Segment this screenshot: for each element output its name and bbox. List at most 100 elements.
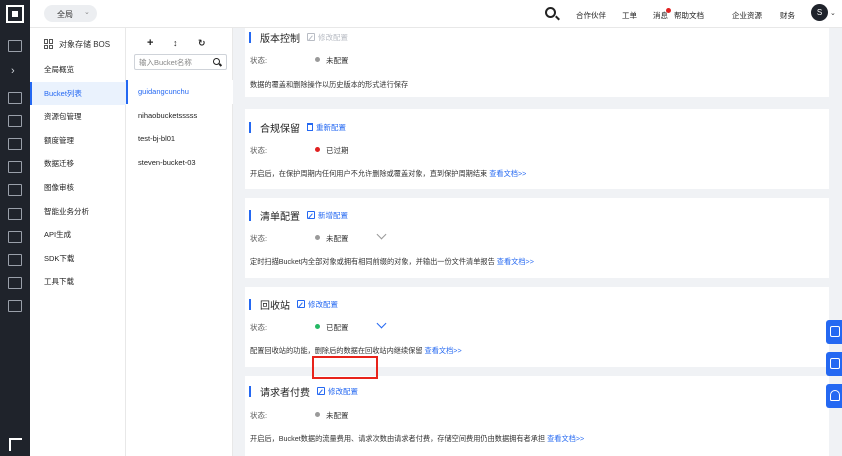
media-icon[interactable] bbox=[8, 300, 22, 312]
sidebar-item-tools[interactable]: 工具下载 bbox=[30, 270, 126, 294]
document-icon[interactable] bbox=[8, 254, 22, 266]
compliance-desc: 开启后，在保护周期内任何用户不允许删除或覆盖对象，直到保护周期结束 查看文档>> bbox=[250, 169, 527, 178]
view-docs-link[interactable]: 查看文档>> bbox=[489, 169, 526, 178]
network-icon[interactable] bbox=[8, 161, 22, 173]
global-nav-rail: › bbox=[0, 0, 30, 456]
requester-pays-card: 请求者付费 修改配置 状态: 未配置 开启后，Bucket数据的流量费用、请求次… bbox=[245, 376, 829, 456]
bucket-search-input[interactable] bbox=[139, 56, 209, 68]
version-edit-config-button[interactable]: 修改配置 bbox=[307, 32, 348, 43]
support-float-button[interactable] bbox=[826, 384, 842, 408]
expand-chevron-icon[interactable]: › bbox=[11, 66, 15, 77]
nav-help-docs[interactable]: 帮助文档 bbox=[674, 10, 704, 21]
edit-icon bbox=[297, 300, 305, 308]
headset-icon bbox=[830, 390, 840, 401]
chevron-down-icon: ⌄ bbox=[84, 9, 90, 16]
sidebar-item-bucket-list[interactable]: Bucket列表 bbox=[30, 81, 126, 106]
grid-icon bbox=[44, 39, 54, 49]
inventory-status: 未配置 bbox=[326, 234, 349, 243]
product-title-label: 对象存储 BOS bbox=[59, 39, 111, 49]
add-bucket-button[interactable]: + bbox=[147, 37, 153, 49]
search-icon[interactable] bbox=[545, 7, 556, 18]
sidebar-item-api-gen[interactable]: API生成 bbox=[30, 223, 126, 247]
corner-logo-icon bbox=[9, 438, 22, 451]
compliance-card: 合规保留 重新配置 状态: 已过期 开启后，在保护周期内任何用户不允许删除或覆盖… bbox=[245, 109, 829, 189]
nav-tickets[interactable]: 工单 bbox=[622, 10, 637, 21]
top-bar: 全局 ⌄ 合作伙伴 工单 消息 帮助文档 企业资源 财务 S ⌄ bbox=[30, 0, 842, 28]
database-icon[interactable] bbox=[8, 184, 22, 196]
scope-selector[interactable]: 全局 ⌄ bbox=[44, 5, 97, 22]
search-icon[interactable] bbox=[213, 58, 220, 65]
status-dot bbox=[315, 147, 320, 152]
edit-icon bbox=[317, 387, 325, 395]
requester-pays-status: 未配置 bbox=[326, 411, 349, 420]
inventory-title: 清单配置 bbox=[260, 211, 300, 223]
sidebar-item-image-review[interactable]: 图像审核 bbox=[30, 176, 126, 200]
products-grid-icon[interactable] bbox=[8, 40, 22, 52]
bucket-item[interactable]: nihaobucketsssss bbox=[126, 104, 233, 128]
product-sidebar: 对象存储 BOS 全局概览 Bucket列表 资源包管理 额度管理 数据迁移 图… bbox=[30, 28, 126, 456]
server-icon[interactable] bbox=[8, 115, 22, 127]
message-badge bbox=[666, 8, 671, 13]
requester-pays-edit-config-button[interactable]: 修改配置 bbox=[317, 386, 358, 397]
compliance-title: 合规保留 bbox=[260, 123, 300, 135]
chevron-down-icon[interactable]: ⌄ bbox=[830, 9, 836, 17]
storage-icon[interactable] bbox=[8, 138, 22, 150]
status-dot bbox=[315, 235, 320, 240]
sidebar-item-resource-packs[interactable]: 资源包管理 bbox=[30, 105, 126, 129]
recycle-edit-config-button[interactable]: 修改配置 bbox=[297, 299, 338, 310]
compliance-reconfigure-button[interactable]: 重新配置 bbox=[307, 122, 346, 133]
video-icon[interactable] bbox=[8, 231, 22, 243]
bucket-item[interactable]: steven-bucket-03 bbox=[126, 151, 233, 175]
requester-pays-desc: 开启后，Bucket数据的流量费用、请求次数由请求者付费，存储空间费用仍由数据拥… bbox=[250, 434, 585, 443]
sidebar-item-overview[interactable]: 全局概览 bbox=[30, 58, 126, 82]
inventory-desc: 定时扫描Bucket内全部对象或拥有相同前缀的对象，并输出一份文件清单报告 查看… bbox=[250, 257, 534, 266]
mail-float-button[interactable] bbox=[826, 352, 842, 376]
status-dot bbox=[315, 324, 320, 329]
status-dot bbox=[315, 57, 320, 62]
version-control-title: 版本控制 bbox=[260, 33, 300, 45]
chevron-down-icon[interactable] bbox=[376, 229, 387, 240]
ai-icon[interactable] bbox=[8, 208, 22, 220]
compliance-status: 已过期 bbox=[326, 146, 349, 155]
nav-partners[interactable]: 合作伙伴 bbox=[576, 10, 606, 21]
scope-label: 全局 bbox=[57, 10, 73, 19]
view-docs-link[interactable]: 查看文档>> bbox=[425, 346, 462, 355]
bucket-item[interactable]: guidangcunchu bbox=[126, 80, 233, 104]
inventory-card: 清单配置 新增配置 状态: 未配置 定时扫描Bucket内全部对象或拥有相同前缀… bbox=[245, 198, 829, 278]
feedback-float-button[interactable] bbox=[826, 320, 842, 344]
recycle-bin-card: 回收站 修改配置 状态: 已配置 配置回收站的功能，删除后的数据在回收站内继续保… bbox=[245, 287, 829, 367]
file-icon[interactable] bbox=[8, 277, 22, 289]
view-docs-link[interactable]: 查看文档>> bbox=[497, 257, 534, 266]
edit-icon bbox=[830, 326, 840, 337]
sort-button[interactable]: ↕ bbox=[173, 38, 178, 48]
sidebar-item-analytics[interactable]: 智能业务分析 bbox=[30, 200, 126, 224]
chevron-down-icon[interactable] bbox=[376, 318, 387, 329]
refresh-button[interactable]: ↻ bbox=[198, 38, 206, 49]
inventory-add-config-button[interactable]: 新增配置 bbox=[307, 210, 348, 221]
view-docs-link[interactable]: 查看文档>> bbox=[547, 434, 584, 443]
version-control-card: 版本控制 修改配置 状态: 未配置 数据的覆盖和删除操作以历史版本的形式进行保存 bbox=[245, 28, 829, 97]
edit-icon bbox=[307, 211, 315, 219]
recycle-status: 已配置 bbox=[326, 323, 349, 332]
status-dot bbox=[315, 412, 320, 417]
sidebar-item-migration[interactable]: 数据迁移 bbox=[30, 152, 126, 176]
bucket-config-content: 版本控制 修改配置 状态: 未配置 数据的覆盖和删除操作以历史版本的形式进行保存… bbox=[233, 28, 842, 456]
nav-finance[interactable]: 财务 bbox=[780, 10, 795, 21]
bucket-item[interactable]: test-bj-bl01 bbox=[126, 127, 233, 151]
sidebar-item-sdk[interactable]: SDK下载 bbox=[30, 247, 126, 271]
version-status: 未配置 bbox=[326, 56, 349, 65]
mail-icon bbox=[830, 358, 840, 369]
version-desc: 数据的覆盖和删除操作以历史版本的形式进行保存 bbox=[250, 80, 409, 89]
edit-icon bbox=[307, 33, 315, 41]
trash-icon bbox=[307, 123, 313, 131]
sidebar-item-quota[interactable]: 额度管理 bbox=[30, 129, 126, 153]
recycle-bin-title: 回收站 bbox=[260, 300, 290, 312]
avatar[interactable]: S bbox=[811, 4, 828, 21]
recycle-desc: 配置回收站的功能，删除后的数据在回收站内继续保留 查看文档>> bbox=[250, 346, 462, 355]
bucket-search bbox=[134, 54, 227, 70]
cloud-logo-icon[interactable] bbox=[6, 5, 24, 23]
nav-enterprise[interactable]: 企业资源 bbox=[732, 10, 762, 21]
monitor-icon[interactable] bbox=[8, 92, 22, 104]
product-title: 对象存储 BOS bbox=[44, 38, 110, 50]
bucket-panel: + ↕ ↻ guidangcunchu nihaobucketsssss tes… bbox=[126, 28, 233, 456]
